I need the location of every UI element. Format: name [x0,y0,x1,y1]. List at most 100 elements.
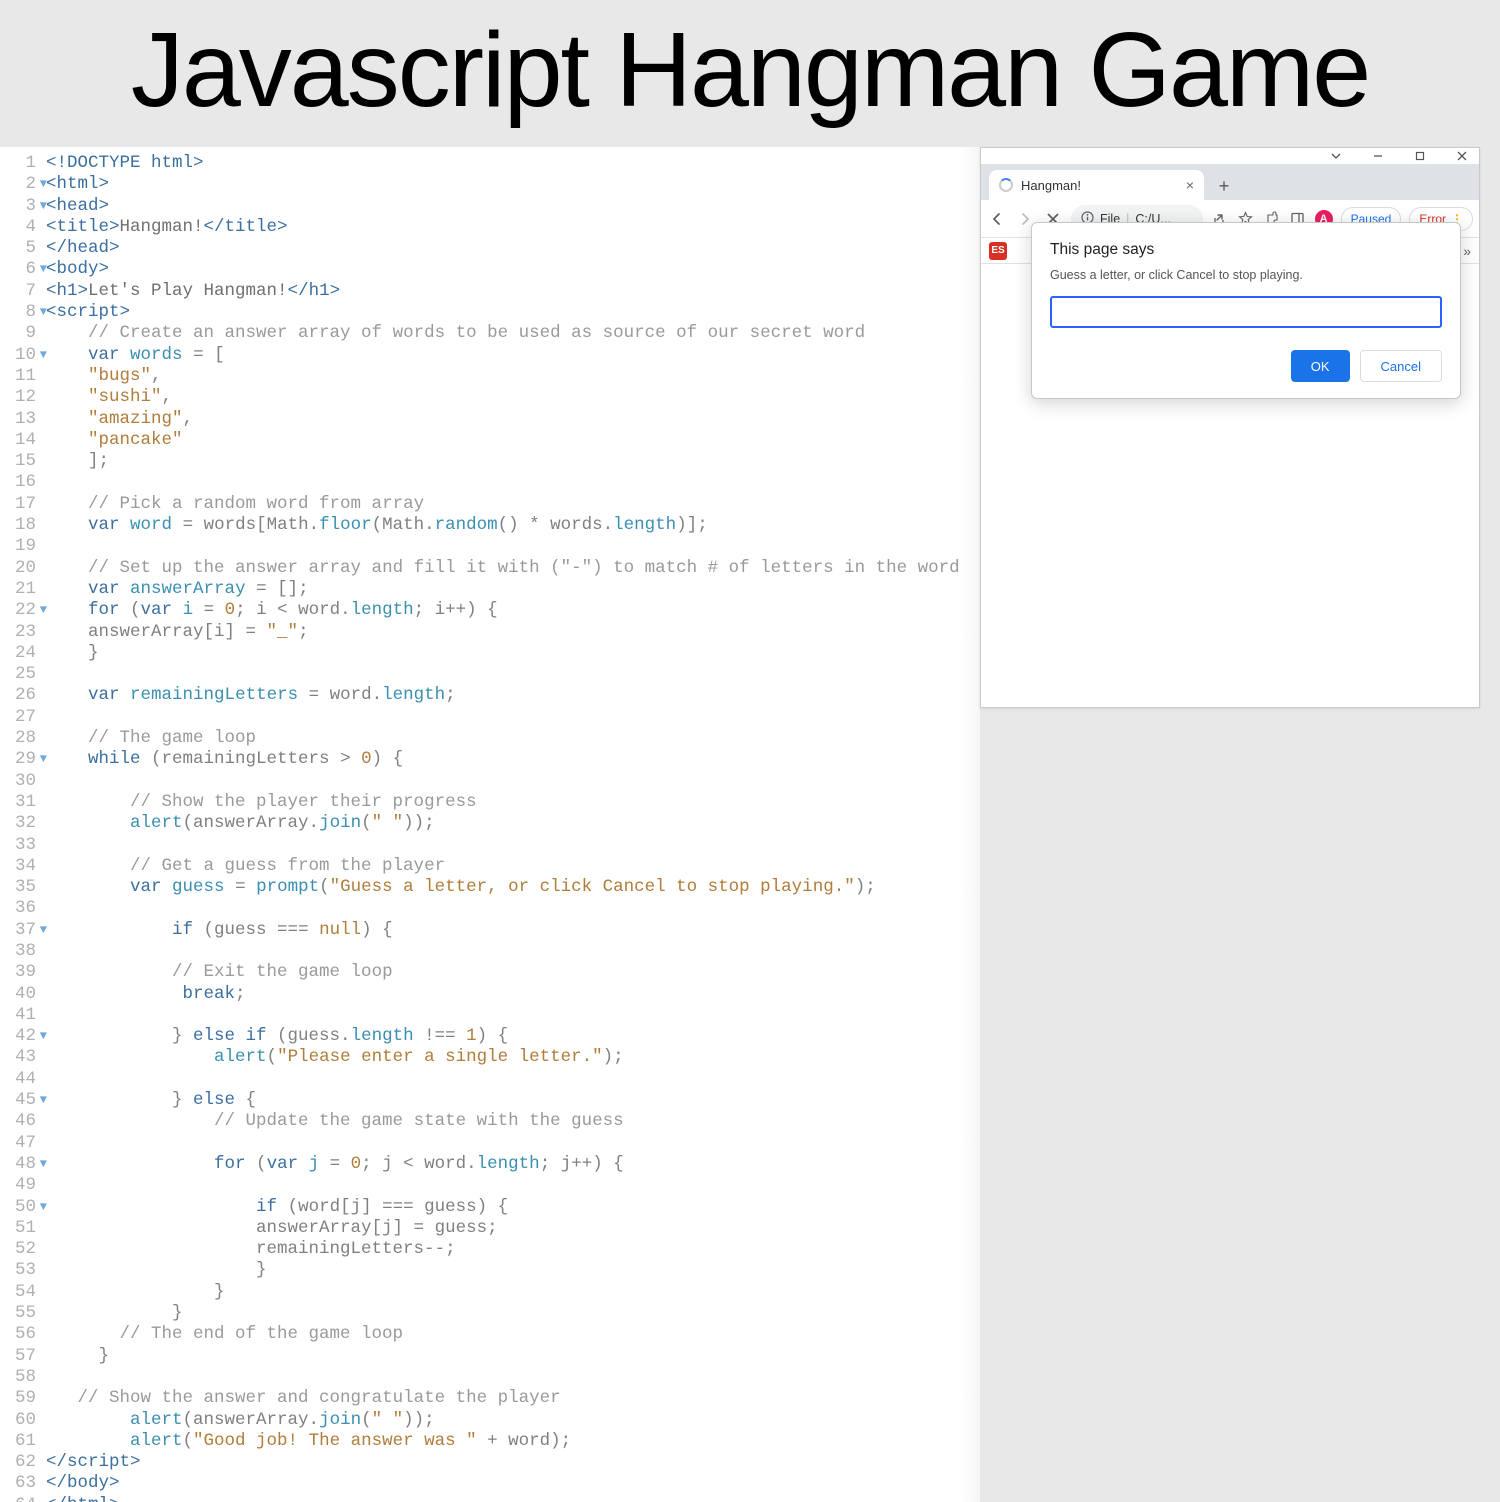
code-line[interactable] [46,1005,980,1026]
fold-icon[interactable]: ▼ [37,1026,47,1047]
code-line[interactable]: </body> [46,1473,980,1494]
bookmark-site-icon[interactable]: ES [989,242,1007,260]
code-line[interactable]: var remainingLetters = word.length; [46,685,980,706]
code-line[interactable]: </html> [46,1495,980,1502]
code-line[interactable] [46,664,980,685]
maximize-icon[interactable] [1413,149,1427,163]
code-line[interactable] [46,835,980,856]
code-line[interactable]: } [46,1346,980,1367]
code-line[interactable] [46,898,980,919]
fold-icon[interactable]: ▼ [37,259,47,280]
code-line[interactable]: <head> [46,196,980,217]
code-line[interactable]: "bugs", [46,366,980,387]
code-line[interactable]: <body> [46,259,980,280]
code-line[interactable]: alert(answerArray.join(" ")); [46,813,980,834]
fold-icon[interactable]: ▼ [37,345,47,366]
code-line[interactable]: alert(answerArray.join(" ")); [46,1410,980,1431]
code-line[interactable]: </head> [46,238,980,259]
code-line[interactable]: for (var j = 0; j < word.length; j++) { [46,1154,980,1175]
code-line[interactable] [46,1069,980,1090]
fold-icon[interactable]: ▼ [37,302,47,323]
fold-icon[interactable]: ▼ [37,196,47,217]
code-line[interactable]: if (word[j] === guess) { [46,1197,980,1218]
code-line[interactable]: ]; [46,451,980,472]
minimize-icon[interactable] [1371,149,1385,163]
cancel-button[interactable]: Cancel [1360,350,1442,382]
code-line[interactable]: } else if (guess.length !== 1) { [46,1026,980,1047]
code-content[interactable]: <!DOCTYPE html><html><head><title>Hangma… [40,147,980,1502]
code-line[interactable]: } [46,1303,980,1324]
line-number: 47 [0,1133,36,1154]
new-tab-button[interactable]: + [1210,172,1238,200]
code-line[interactable] [46,1175,980,1196]
line-number: 4 [0,217,36,238]
line-number: 43 [0,1047,36,1068]
code-line[interactable]: <title>Hangman!</title> [46,217,980,238]
code-line[interactable]: var guess = prompt("Guess a letter, or c… [46,877,980,898]
code-line[interactable]: <html> [46,174,980,195]
code-line[interactable]: <script> [46,302,980,323]
code-line[interactable]: var word = words[Math.floor(Math.random(… [46,515,980,536]
code-line[interactable]: "sushi", [46,387,980,408]
fold-icon[interactable]: ▼ [37,600,47,621]
code-line[interactable]: </script> [46,1452,980,1473]
code-line[interactable]: <h1>Let's Play Hangman!</h1> [46,281,980,302]
code-line[interactable] [46,1133,980,1154]
code-line[interactable]: for (var i = 0; i < word.length; i++) { [46,600,980,621]
code-line[interactable]: } [46,1260,980,1281]
code-line[interactable] [46,771,980,792]
fold-icon[interactable]: ▼ [37,920,47,941]
ok-button[interactable]: OK [1291,350,1350,382]
dropdown-icon[interactable] [1329,149,1343,163]
line-number: 56 [0,1324,36,1345]
code-line[interactable]: // Set up the answer array and fill it w… [46,558,980,579]
code-line[interactable]: // Create an answer array of words to be… [46,323,980,344]
code-line[interactable]: remainingLetters--; [46,1239,980,1260]
fold-icon[interactable]: ▼ [37,174,47,195]
code-line[interactable]: answerArray[i] = "_"; [46,622,980,643]
fold-icon[interactable]: ▼ [37,749,47,770]
code-line[interactable]: alert("Please enter a single letter."); [46,1047,980,1068]
fold-icon[interactable]: ▼ [37,1154,47,1175]
line-number: 36 [0,898,36,919]
fold-icon[interactable]: ▼ [37,1090,47,1111]
code-line[interactable]: <!DOCTYPE html> [46,153,980,174]
close-window-icon[interactable] [1455,149,1469,163]
code-line[interactable]: // The game loop [46,728,980,749]
code-line[interactable]: } [46,643,980,664]
line-number: 55 [0,1303,36,1324]
fold-icon[interactable]: ▼ [37,1197,47,1218]
code-line[interactable]: } [46,1282,980,1303]
code-line[interactable]: } else { [46,1090,980,1111]
window-titlebar [981,148,1479,165]
line-number: 14 [0,430,36,451]
code-line[interactable] [46,536,980,557]
code-line[interactable]: var words = [ [46,345,980,366]
code-line[interactable]: // Exit the game loop [46,962,980,983]
browser-tab[interactable]: Hangman! × [989,170,1204,200]
code-line[interactable]: // Show the answer and congratulate the … [46,1388,980,1409]
code-line[interactable]: answerArray[j] = guess; [46,1218,980,1239]
bookmark-overflow-icon[interactable]: » [1463,243,1471,259]
line-number: 24 [0,643,36,664]
code-line[interactable]: break; [46,984,980,1005]
code-line[interactable] [46,707,980,728]
code-line[interactable]: "pancake" [46,430,980,451]
line-number: 20 [0,558,36,579]
code-line[interactable]: if (guess === null) { [46,920,980,941]
code-line[interactable]: // Get a guess from the player [46,856,980,877]
code-line[interactable]: var answerArray = []; [46,579,980,600]
code-line[interactable] [46,1367,980,1388]
back-icon[interactable] [987,209,1007,229]
code-line[interactable]: alert("Good job! The answer was " + word… [46,1431,980,1452]
code-line[interactable] [46,472,980,493]
code-line[interactable]: // The end of the game loop [46,1324,980,1345]
code-line[interactable] [46,941,980,962]
code-line[interactable]: "amazing", [46,409,980,430]
code-line[interactable]: while (remainingLetters > 0) { [46,749,980,770]
close-tab-icon[interactable]: × [1186,177,1194,193]
code-line[interactable]: // Pick a random word from array [46,494,980,515]
dialog-input[interactable] [1050,296,1442,328]
code-line[interactable]: // Update the game state with the guess [46,1111,980,1132]
code-line[interactable]: // Show the player their progress [46,792,980,813]
